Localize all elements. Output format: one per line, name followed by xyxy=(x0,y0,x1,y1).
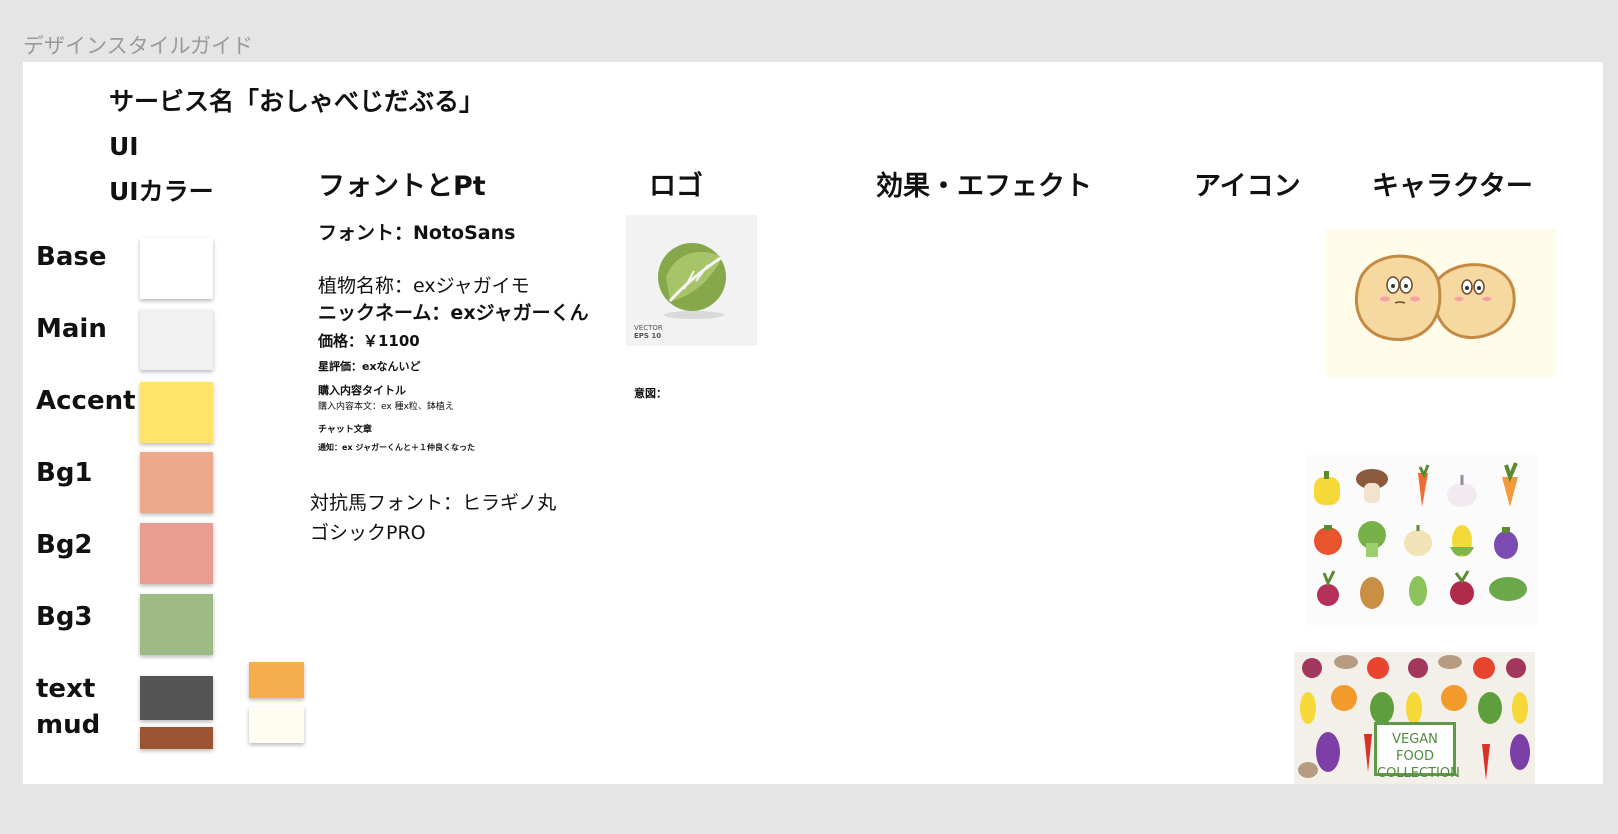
swatch-accent[interactable] xyxy=(140,382,213,443)
color-label-bg3: Bg3 xyxy=(36,602,93,632)
alt-font-line2: ゴシックPRO xyxy=(310,522,426,544)
color-label-accent: Accent xyxy=(36,386,136,416)
frame-label: デザインスタイルガイド xyxy=(23,34,253,58)
price-sample: 価格：￥1100 xyxy=(318,332,420,350)
purchase-body-sample: 購入内容本文：ex 種x粒、鉢植え xyxy=(318,402,454,412)
plant-name-sample: 植物名称：exジャガイモ xyxy=(318,275,530,297)
character-section-heading: キャラクター xyxy=(1372,171,1533,202)
swatch-bg3[interactable] xyxy=(140,594,213,655)
logo-image[interactable]: VECTOR EPS 10 xyxy=(626,215,757,346)
nickname-sample: ニックネーム：exジャガーくん xyxy=(318,302,589,324)
vegan-food-label: VEGAN FOOD COLLECTION xyxy=(1374,722,1460,781)
swatch-cream[interactable] xyxy=(249,707,304,743)
alt-font-line1: 対抗馬フォント：ヒラギノ丸 xyxy=(310,492,557,514)
potato-characters-icon xyxy=(1355,254,1516,342)
effect-section-heading: 効果・エフェクト xyxy=(876,171,1092,202)
swatch-mud[interactable] xyxy=(140,727,213,749)
swatch-main[interactable] xyxy=(140,309,213,370)
style-guide-canvas: サービス名「おしゃべじだぶる」 UI UIカラー フォントとPt ロゴ 効果・エ… xyxy=(23,62,1603,784)
swatch-orange[interactable] xyxy=(249,662,304,698)
color-label-bg2: Bg2 xyxy=(36,530,93,560)
rating-sample: 星評価：exなんいど xyxy=(318,360,421,373)
service-title: サービス名「おしゃべじだぶる」 xyxy=(109,87,485,116)
swatch-bg1[interactable] xyxy=(140,452,213,513)
vector-tag-line1: VECTOR xyxy=(634,324,663,332)
ui-heading: UI xyxy=(109,132,139,161)
logo-section-heading: ロゴ xyxy=(649,171,703,202)
font-section-heading: フォントとPt xyxy=(318,171,486,202)
vegetable-icons xyxy=(1314,462,1527,609)
chat-sample: チャット文章 xyxy=(318,425,372,435)
icon-section-heading: アイコン xyxy=(1194,171,1301,202)
color-label-base: Base xyxy=(36,242,107,272)
swatch-base[interactable] xyxy=(140,238,213,299)
vector-tag: VECTOR EPS 10 xyxy=(634,324,663,340)
color-label-main: Main xyxy=(36,314,107,344)
swatch-text[interactable] xyxy=(140,676,213,720)
color-label-mud: mud xyxy=(36,710,101,740)
vector-tag-line2: EPS 10 xyxy=(634,332,662,340)
font-name-sample: フォント：NotoSans xyxy=(318,222,516,244)
vegetable-characters-grid[interactable] xyxy=(1306,455,1538,625)
purchase-title-sample: 購入内容タイトル xyxy=(318,384,406,397)
character-illustration[interactable] xyxy=(1325,229,1556,377)
vegan-food-line1: VEGAN FOOD xyxy=(1392,732,1438,764)
vegan-food-line2: COLLECTION xyxy=(1377,766,1460,781)
swatch-bg2[interactable] xyxy=(140,523,213,584)
notification-sample: 通知：ex ジャガーくんと＋１仲良くなった xyxy=(318,443,475,452)
color-label-text: text xyxy=(36,674,96,704)
vegan-food-pattern[interactable]: VEGAN FOOD COLLECTION xyxy=(1294,652,1535,784)
color-label-bg1: Bg1 xyxy=(36,458,93,488)
ui-color-heading: UIカラー xyxy=(109,177,214,206)
logo-intent-label: 意図： xyxy=(634,387,667,400)
